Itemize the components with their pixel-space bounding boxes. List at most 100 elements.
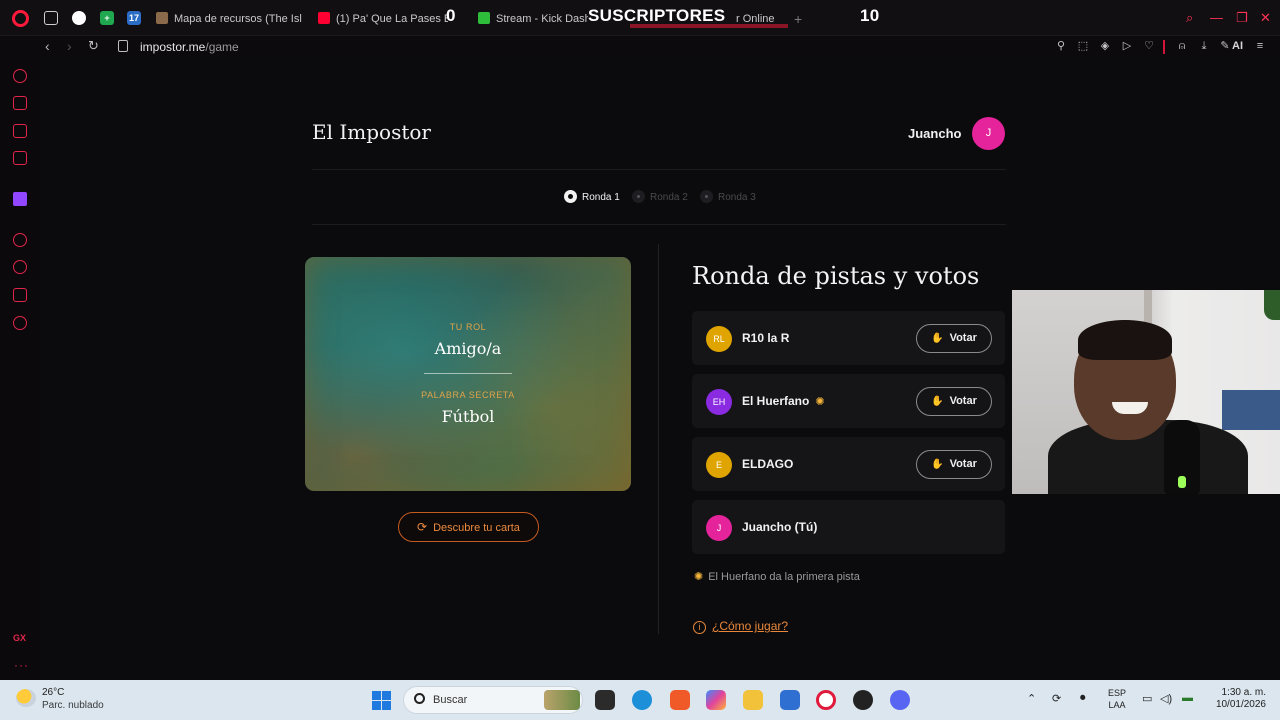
pinned-17-icon[interactable]: 17 <box>127 11 141 25</box>
tab-kick-dashboard[interactable]: Stream - Kick Dashb <box>478 8 588 30</box>
browser-tab-bar: + 17 Mapa de recursos (The Isla (1) Pa' … <box>0 0 1280 36</box>
page-title[interactable]: El Impostor <box>312 120 431 144</box>
weather-icon[interactable] <box>16 689 36 707</box>
webcam-person-hair <box>1078 320 1172 360</box>
pinned-sheets-icon[interactable]: + <box>100 11 114 25</box>
reveal-card-button[interactable]: ⟳ Descubre tu carta <box>398 512 539 542</box>
tab-mapa-de-recursos[interactable]: Mapa de recursos (The Isla <box>156 8 302 30</box>
url-field[interactable]: impostor.me/game <box>140 40 239 54</box>
weather-description[interactable]: Parc. nublado <box>42 700 104 711</box>
lock-icon <box>118 40 128 52</box>
obs-icon[interactable] <box>853 690 873 710</box>
kick-icon <box>478 12 490 24</box>
sidebar-more-icon[interactable]: ··· <box>14 658 29 672</box>
task-view-icon[interactable] <box>595 690 615 710</box>
first-clue-sun-icon: ✺ <box>815 396 825 408</box>
avatar[interactable]: J <box>972 117 1005 150</box>
tray-display-icon[interactable]: ▭ <box>1142 692 1152 705</box>
player-icon[interactable]: ▷ <box>1121 40 1133 52</box>
weather-temperature[interactable]: 26°C <box>42 687 64 698</box>
sun-icon: ✺ <box>694 571 704 583</box>
webcam-overlay <box>1012 290 1280 494</box>
youtube-icon <box>318 12 330 24</box>
webcam-shelf <box>1222 390 1280 430</box>
minimize-icon[interactable]: — <box>1210 10 1223 25</box>
file-explorer-icon[interactable] <box>743 690 763 710</box>
tray-chevron-up-icon[interactable]: ⌃ <box>1027 692 1036 705</box>
hand-icon: ✋ <box>931 396 944 407</box>
speed-dial-icon[interactable] <box>13 69 27 83</box>
address-bar: ‹ › ↻ impostor.me/game ⚲ ⬚ ◈ ▷ ♡ ⍝ ⤓ ✎ A… <box>0 36 1280 58</box>
edge-icon[interactable] <box>632 690 652 710</box>
taskbar-search[interactable]: Buscar <box>403 686 583 714</box>
reload-icon[interactable]: ↻ <box>88 38 99 54</box>
player-avatar: EH <box>706 389 732 415</box>
refresh-icon: ⟳ <box>417 520 428 534</box>
how-to-play-link[interactable]: i ¿Cómo jugar? <box>693 619 788 634</box>
gx-cleaner-icon[interactable] <box>13 124 27 138</box>
role-value: Amigo/a <box>434 339 502 358</box>
tray-mic-icon[interactable]: ⏺ <box>1080 692 1086 705</box>
browser-sidebar: GX ··· <box>0 58 40 680</box>
workspaces-icon[interactable] <box>44 11 58 25</box>
input-language[interactable]: ESP LAA <box>1108 687 1126 711</box>
player-avatar: E <box>706 452 732 478</box>
history-icon[interactable] <box>13 260 27 274</box>
twitch-icon[interactable] <box>13 192 27 206</box>
vote-button[interactable]: ✋ Votar <box>916 450 992 479</box>
gx-logo: GX <box>13 633 27 643</box>
secret-word-value: Fútbol <box>441 407 495 426</box>
snapshot-icon[interactable]: ⬚ <box>1077 40 1089 52</box>
tab-youtube[interactable]: (1) Pa' Que La Pases Bie <box>318 8 448 30</box>
opera-gx-taskbar-icon[interactable] <box>816 690 836 710</box>
round-step-1: Ronda 1 <box>564 190 620 205</box>
battery-icon[interactable]: ▬ <box>1182 692 1193 704</box>
search-tabs-icon[interactable]: ⌕ <box>1186 10 1193 26</box>
card-divider <box>424 373 512 374</box>
username: Juancho <box>908 126 962 141</box>
player-name: Juancho (Tú) <box>742 520 818 534</box>
outlook-icon[interactable] <box>780 690 800 710</box>
vote-button[interactable]: ✋ Votar <box>916 387 992 416</box>
rounds-divider <box>312 224 1006 225</box>
copilot-icon[interactable] <box>706 690 726 710</box>
extensions-icon[interactable] <box>13 288 27 302</box>
forward-icon[interactable]: › <box>67 38 72 54</box>
role-card[interactable]: TU ROL Amigo/a PALABRA SECRETA Fútbol <box>305 257 631 491</box>
close-icon[interactable]: ✕ <box>1260 10 1271 26</box>
heart-icon[interactable]: ♡ <box>1143 40 1155 52</box>
back-icon[interactable]: ‹ <box>45 38 50 54</box>
overlay-subscribers-title: SUSCRIPTORES <box>588 6 726 25</box>
ai-button[interactable]: AI <box>1232 40 1243 52</box>
gx-corner-icon[interactable] <box>13 96 27 110</box>
start-windows-icon[interactable] <box>372 691 391 710</box>
pinned-tab-icon[interactable] <box>72 11 86 25</box>
discord-icon[interactable] <box>890 690 910 710</box>
profile-icon[interactable]: ⍝ <box>1176 40 1188 52</box>
menu-icon[interactable]: ≡ <box>1254 40 1266 52</box>
vote-button[interactable]: ✋ Votar <box>916 324 992 353</box>
maximize-icon[interactable]: ❐ <box>1236 10 1248 26</box>
volume-icon[interactable]: ◁) <box>1160 692 1172 705</box>
column-divider <box>658 244 659 634</box>
download-icon[interactable]: ⤓ <box>1198 40 1210 52</box>
new-tab-button[interactable]: + <box>794 8 808 30</box>
player-row: EH El Huerfano ✺ ✋ Votar <box>692 374 1005 428</box>
aria-icon[interactable]: ✎ <box>1219 40 1231 52</box>
role-label: TU ROL <box>449 322 487 332</box>
round-step-3: Ronda 3 <box>700 190 756 205</box>
tray-sync-icon[interactable]: ⟳ <box>1052 692 1061 705</box>
brave-icon[interactable] <box>670 690 690 710</box>
player-name: R10 la R <box>742 331 790 345</box>
player-sidebar-icon[interactable] <box>13 233 27 247</box>
tab-impostor[interactable]: r Online <box>736 8 786 30</box>
vpn-shield-icon[interactable]: ◈ <box>1099 40 1111 52</box>
system-clock[interactable]: 1:30 a. m. 10/01/2026 <box>1208 687 1266 711</box>
settings-gear-icon[interactable] <box>13 316 27 330</box>
toolbar-separator <box>1163 40 1165 54</box>
messenger-icon[interactable] <box>13 151 27 165</box>
round-dot-icon <box>700 190 713 203</box>
pin-icon[interactable]: ⚲ <box>1055 40 1067 52</box>
hand-icon: ✋ <box>931 459 944 470</box>
opera-logo-icon[interactable] <box>12 10 29 27</box>
